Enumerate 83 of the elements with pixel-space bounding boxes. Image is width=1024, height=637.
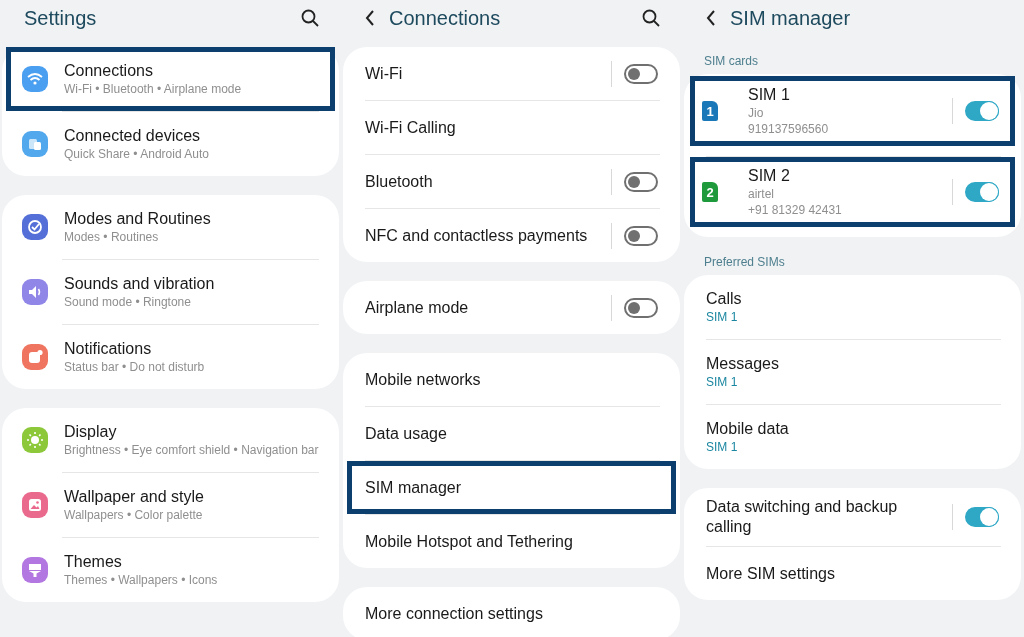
item-title: SIM 2: [748, 166, 791, 186]
item-subtitle: Sound mode • Ringtone: [64, 294, 192, 310]
settings-item[interactable]: Wallpaper and style Wallpapers • Color palette: [6, 473, 335, 537]
settings-item[interactable]: SIM manager: [347, 461, 676, 514]
item-title: SIM 1: [748, 85, 791, 105]
toggle-switch[interactable]: [624, 171, 658, 192]
settings-item[interactable]: Bluetooth: [347, 155, 676, 208]
sim-detail: +91 81329 42431: [748, 202, 843, 218]
item-title: Data switching and backup calling: [706, 497, 899, 537]
item-subtitle: Status bar • Do not disturb: [64, 359, 206, 375]
settings-item[interactable]: Calls SIM 1: [688, 275, 1017, 339]
back-icon[interactable]: [706, 10, 716, 26]
settings-item[interactable]: More SIM settings: [688, 547, 1017, 600]
settings-item[interactable]: More connection settings: [347, 587, 676, 637]
item-title: Modes and Routines: [64, 209, 212, 229]
settings-item[interactable]: Display Brightness • Eye comfort shield • Navigation bar: [6, 408, 335, 472]
item-title: Calls: [706, 289, 743, 309]
item-title: Wallpaper and style: [64, 487, 205, 507]
item-subtitle: Themes • Wallpapers • Icons: [64, 572, 219, 588]
item-value: SIM 1: [706, 309, 739, 325]
toggle-switch[interactable]: [624, 297, 658, 318]
item-value: SIM 1: [706, 439, 739, 455]
toggle-switch[interactable]: [624, 225, 658, 246]
sim-detail: 919137596560: [748, 121, 830, 137]
search-icon[interactable]: [642, 9, 660, 27]
sim-detail: airtel: [748, 186, 775, 202]
toggle-switch[interactable]: [965, 507, 999, 527]
item-title: Data usage: [365, 423, 448, 444]
settings-item[interactable]: Notifications Status bar • Do not disturb: [6, 325, 335, 389]
item-title: Connections: [64, 61, 154, 81]
item-title: Notifications: [64, 339, 153, 359]
settings-item[interactable]: Modes and Routines Modes • Routines: [6, 195, 335, 259]
screen-title: SIM manager: [730, 6, 852, 30]
section-label: Preferred SIMs: [703, 254, 786, 271]
sim-card-icon: 2: [702, 182, 718, 202]
item-title: More connection settings: [365, 603, 544, 624]
settings-item[interactable]: Data usage: [347, 407, 676, 460]
item-title: Wi-Fi Calling: [365, 117, 457, 138]
item-title: Airplane mode: [365, 297, 470, 318]
settings-item[interactable]: Data switching and backup calling: [688, 488, 1017, 546]
section-label: SIM cards: [703, 53, 759, 70]
item-title: Connected devices: [64, 126, 202, 146]
screen-title: Settings: [24, 6, 98, 30]
settings-item[interactable]: NFC and contactless payments: [347, 209, 676, 262]
item-title: More SIM settings: [706, 563, 836, 584]
item-title: NFC and contactless payments: [365, 225, 589, 246]
settings-item[interactable]: Messages SIM 1: [688, 340, 1017, 404]
settings-item[interactable]: Mobile data SIM 1: [688, 405, 1017, 469]
settings-item[interactable]: 2 SIM 2 airtel +91 81329 42431: [690, 157, 1015, 227]
item-title: Bluetooth: [365, 171, 434, 192]
search-icon[interactable]: [301, 9, 319, 27]
toggle-switch[interactable]: [965, 182, 999, 202]
settings-item[interactable]: Themes Themes • Wallpapers • Icons: [6, 538, 335, 602]
settings-item[interactable]: Mobile Hotspot and Tethering: [347, 515, 676, 568]
sim-card-icon: 1: [702, 101, 718, 121]
sim-detail: Jio: [748, 105, 765, 121]
settings-item[interactable]: Connected devices Quick Share • Android Auto: [6, 112, 335, 176]
item-title: Mobile data: [706, 419, 790, 439]
item-subtitle: Wi-Fi • Bluetooth • Airplane mode: [64, 81, 243, 97]
settings-item[interactable]: Wi-Fi Calling: [347, 101, 676, 154]
item-subtitle: Quick Share • Android Auto: [64, 146, 210, 162]
settings-item[interactable]: 1 SIM 1 Jio 919137596560: [690, 76, 1015, 146]
screen-title: Connections: [389, 6, 502, 30]
item-title: Mobile networks: [365, 369, 482, 390]
item-title: Sounds and vibration: [64, 274, 216, 294]
toggle-switch[interactable]: [965, 101, 999, 121]
settings-item[interactable]: Wi-Fi: [347, 47, 676, 100]
item-subtitle: Wallpapers • Color palette: [64, 507, 204, 523]
item-title: SIM manager: [365, 477, 463, 498]
item-title: Mobile Hotspot and Tethering: [365, 531, 574, 552]
item-title: Wi-Fi: [365, 63, 404, 84]
item-subtitle: Modes • Routines: [64, 229, 160, 245]
settings-item[interactable]: Mobile networks: [347, 353, 676, 406]
settings-item[interactable]: Sounds and vibration Sound mode • Ringtone: [6, 260, 335, 324]
item-title: Display: [64, 422, 118, 442]
settings-item[interactable]: Airplane mode: [347, 281, 676, 334]
back-icon[interactable]: [365, 10, 375, 26]
toggle-switch[interactable]: [624, 63, 658, 84]
settings-item[interactable]: Connections Wi-Fi • Bluetooth • Airplane mode: [6, 47, 335, 111]
item-title: Themes: [64, 552, 123, 572]
item-value: SIM 1: [706, 374, 739, 390]
item-subtitle: Brightness • Eye comfort shield • Navigation bar: [64, 442, 319, 458]
item-title: Messages: [706, 354, 780, 374]
